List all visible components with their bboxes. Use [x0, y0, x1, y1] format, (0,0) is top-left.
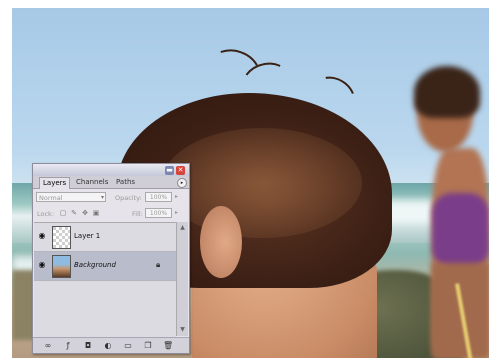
- lock-paint-icon[interactable]: ✎: [70, 209, 78, 217]
- eye-icon[interactable]: ◉: [37, 260, 47, 270]
- panel-titlebar[interactable]: ▬ ✕: [33, 164, 189, 176]
- panel-bottom-toolbar: ∞ ƒ ◘ ◐ ▭ ❐ 🗑︎: [33, 337, 189, 353]
- photo-child-ear: [200, 206, 242, 278]
- lock-move-icon[interactable]: ✥: [81, 209, 89, 217]
- blend-opacity-row: Normal ▾ Opacity: 100% ▸: [33, 190, 189, 204]
- layer-thumbnail: [52, 255, 71, 278]
- minimize-icon[interactable]: ▬: [165, 166, 174, 175]
- lock-icon: 🔒︎: [156, 260, 161, 269]
- fill-label: Fill:: [132, 210, 143, 218]
- link-layers-icon[interactable]: ∞: [43, 341, 53, 350]
- fill-input[interactable]: 100%: [145, 208, 172, 218]
- layers-list: ◉ Layer 1 ◉ Background 🔒︎: [34, 222, 176, 337]
- scroll-up-icon[interactable]: ▲: [178, 223, 187, 232]
- layer-style-icon[interactable]: ƒ: [63, 341, 73, 350]
- tab-layers[interactable]: Layers: [39, 177, 71, 189]
- layer-thumbnail: [52, 226, 71, 249]
- new-group-icon[interactable]: ▭: [123, 341, 133, 350]
- close-icon[interactable]: ✕: [176, 166, 185, 175]
- photo-girl-hair: [414, 66, 480, 118]
- scroll-down-icon[interactable]: ▼: [178, 325, 187, 334]
- fill-arrow-icon[interactable]: ▸: [175, 209, 178, 216]
- lock-transparent-icon[interactable]: ▢: [59, 209, 67, 217]
- panel-tabs: Layers Channels Paths ▸: [33, 176, 189, 189]
- adjustment-layer-icon[interactable]: ◐: [103, 341, 113, 350]
- photo-hair-highlight: [162, 128, 362, 238]
- layer-name: Layer 1: [74, 232, 101, 240]
- blend-mode-value: Normal: [39, 194, 63, 202]
- lock-label: Lock:: [37, 210, 55, 218]
- tab-paths[interactable]: Paths: [113, 177, 138, 188]
- layer-row[interactable]: ◉ Layer 1: [34, 223, 176, 252]
- panel-menu-icon[interactable]: ▸: [177, 178, 187, 188]
- chevron-down-icon: ▾: [100, 194, 104, 201]
- lock-all-icon[interactable]: ▣: [92, 209, 100, 217]
- layer-name: Background: [74, 261, 116, 269]
- tab-channels[interactable]: Channels: [73, 177, 111, 188]
- photo-girl-swimsuit: [432, 193, 489, 268]
- layer-row[interactable]: ◉ Background 🔒︎: [34, 252, 176, 281]
- layers-scrollbar[interactable]: ▲ ▼: [176, 222, 188, 336]
- opacity-label: Opacity:: [115, 194, 142, 202]
- lock-fill-row: Lock: ▢ ✎ ✥ ▣ Fill: 100% ▸: [33, 206, 189, 220]
- new-layer-icon[interactable]: ❐: [143, 341, 153, 350]
- opacity-input[interactable]: 100%: [145, 192, 172, 202]
- blend-mode-select[interactable]: Normal ▾: [36, 192, 106, 202]
- layer-mask-icon[interactable]: ◘: [83, 341, 93, 350]
- delete-layer-icon[interactable]: 🗑︎: [163, 341, 173, 350]
- eye-icon[interactable]: ◉: [37, 231, 47, 241]
- opacity-arrow-icon[interactable]: ▸: [175, 193, 178, 200]
- layers-panel[interactable]: ▬ ✕ Layers Channels Paths ▸ Normal ▾ Opa…: [32, 163, 190, 354]
